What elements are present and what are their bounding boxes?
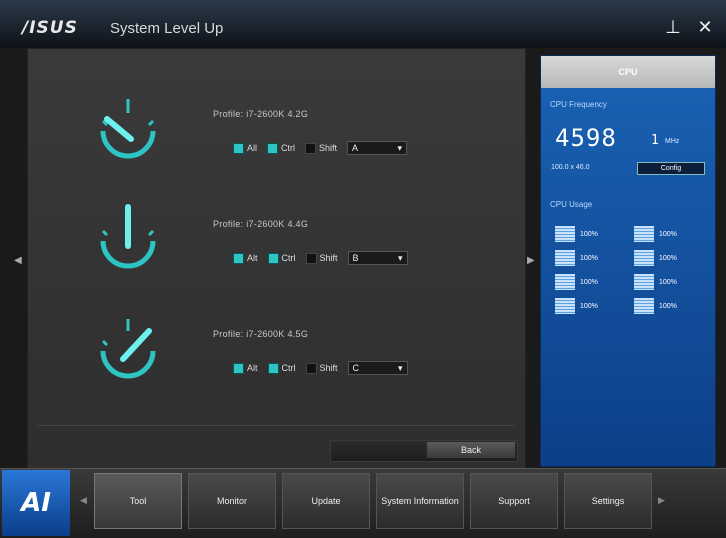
- pin-icon[interactable]: ⊥: [662, 16, 684, 38]
- ctrl-checkbox[interactable]: Ctrl: [267, 252, 296, 264]
- chevron-down-icon: ▾: [397, 142, 403, 153]
- core-usage: 100%: [634, 274, 705, 290]
- core-usage: 100%: [555, 226, 626, 242]
- window-title: System Level Up: [110, 20, 224, 37]
- usage-bar-icon: [555, 298, 575, 314]
- close-icon[interactable]: ✕: [694, 16, 716, 38]
- cpu-frequency-value: 4598: [555, 124, 617, 152]
- core-usage: 100%: [555, 298, 626, 314]
- hotkey-options: Alt Ctrl Shift B ▾: [233, 249, 408, 267]
- usage-bar-icon: [634, 274, 654, 290]
- shift-checkbox[interactable]: Shift: [305, 362, 338, 374]
- monitor-button[interactable]: Monitor: [188, 473, 276, 529]
- nav-right-icon[interactable]: ▶: [658, 495, 665, 506]
- scroll-right-icon[interactable]: ▶: [527, 255, 535, 266]
- core-usage: 100%: [555, 250, 626, 266]
- chevron-down-icon: ▾: [398, 362, 403, 373]
- profile-1: Profile: i7-2600K 4.2G All Ctrl Shift A ▾: [28, 91, 525, 191]
- profile-panel: Profile: i7-2600K 4.2G All Ctrl Shift A ▾…: [27, 48, 526, 470]
- gauge-icon: [100, 319, 156, 379]
- cpu-frequency-sub: 1: [651, 133, 659, 148]
- profile-2: Profile: i7-2600K 4.4G Alt Ctrl Shift B ▾: [28, 201, 525, 301]
- chevron-down-icon: ▾: [398, 252, 403, 263]
- hotkey-select[interactable]: A ▾: [347, 141, 408, 155]
- usage-bar-icon: [634, 250, 654, 266]
- gauge-icon: [100, 99, 156, 159]
- alt-checkbox[interactable]: Alt: [233, 362, 258, 374]
- hotkey-select[interactable]: B ▾: [347, 251, 408, 265]
- profile-label: Profile: i7-2600K 4.4G: [213, 219, 309, 229]
- profile-3: Profile: i7-2600K 4.5G Alt Ctrl Shift C ▾: [28, 311, 525, 411]
- title-bar: /ISUS System Level Up ⊥ ✕: [0, 0, 726, 48]
- shift-checkbox[interactable]: Shift: [305, 142, 337, 154]
- cpu-frequency-label: CPU Frequency: [550, 100, 607, 109]
- asus-logo: /ISUS: [22, 18, 78, 38]
- shift-checkbox[interactable]: Shift: [305, 252, 338, 264]
- alt-checkbox[interactable]: All: [233, 142, 257, 154]
- cpu-usage-label: CPU Usage: [550, 200, 593, 209]
- gauge-icon: [100, 204, 156, 269]
- usage-bar-icon: [555, 274, 575, 290]
- bottom-nav: AI ◀ Tool Monitor Update System Informat…: [0, 468, 726, 538]
- usage-bar-icon: [634, 298, 654, 314]
- core-usage: 100%: [555, 274, 626, 290]
- cpu-ratio: 100.0 x 46.0: [551, 164, 590, 171]
- profile-label: Profile: i7-2600K 4.5G: [213, 329, 309, 339]
- button-bar: Back: [330, 440, 518, 462]
- nav-left-icon[interactable]: ◀: [80, 495, 87, 506]
- profile-label: Profile: i7-2600K 4.2G: [213, 109, 309, 119]
- cpu-usage-grid: 100% 100% 100% 100% 100% 100% 100% 100%: [555, 226, 705, 314]
- divider: [38, 425, 515, 426]
- hotkey-options: Alt Ctrl Shift C ▾: [233, 359, 408, 377]
- core-usage: 100%: [634, 250, 705, 266]
- cpu-monitor-panel: CPU CPU Frequency 4598 1 MHz 100.0 x 46.…: [540, 55, 716, 467]
- system-information-button[interactable]: System Information: [376, 473, 464, 529]
- scroll-left-icon[interactable]: ◀: [14, 255, 22, 266]
- panel-heading: CPU: [541, 56, 715, 88]
- core-usage: 100%: [634, 298, 705, 314]
- ai-suite-logo: AI: [2, 470, 70, 536]
- hotkey-options: All Ctrl Shift A ▾: [233, 139, 408, 157]
- hotkey-select[interactable]: C ▾: [347, 361, 408, 375]
- alt-checkbox[interactable]: Alt: [233, 252, 258, 264]
- usage-bar-icon: [555, 226, 575, 242]
- usage-bar-icon: [634, 226, 654, 242]
- frequency-unit: MHz: [665, 138, 680, 145]
- support-button[interactable]: Support: [470, 473, 558, 529]
- update-button[interactable]: Update: [282, 473, 370, 529]
- tool-button[interactable]: Tool: [94, 473, 182, 529]
- usage-bar-icon: [555, 250, 575, 266]
- ctrl-checkbox[interactable]: Ctrl: [267, 362, 296, 374]
- back-button[interactable]: Back: [427, 442, 515, 458]
- core-usage: 100%: [634, 226, 705, 242]
- config-button[interactable]: Config: [637, 162, 705, 175]
- ctrl-checkbox[interactable]: Ctrl: [267, 142, 295, 154]
- settings-button[interactable]: Settings: [564, 473, 652, 529]
